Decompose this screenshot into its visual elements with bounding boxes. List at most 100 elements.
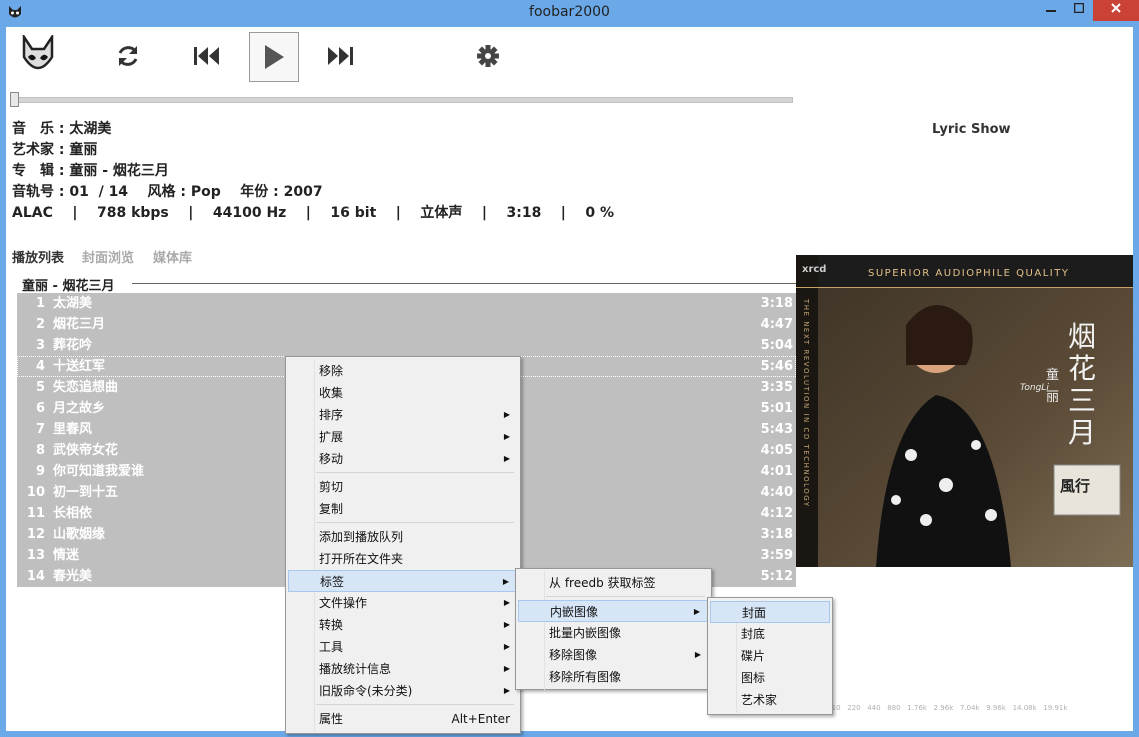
track-duration: 3:18: [760, 527, 793, 542]
foobar-logo-button[interactable]: [16, 34, 60, 78]
random-order-button[interactable]: [106, 34, 150, 78]
menu-item[interactable]: 复制: [288, 498, 518, 520]
track-title: 你可知道我爱谁: [53, 464, 145, 479]
menu-item-label: 旧版命令(未分类): [319, 684, 413, 698]
foobar-app-icon[interactable]: [6, 4, 24, 22]
track-title: 情迷: [53, 548, 80, 563]
menu-item[interactable]: 艺术家: [710, 689, 830, 711]
alien-logo-icon: [22, 35, 54, 70]
seekbar-handle[interactable]: [10, 92, 19, 107]
menu-item[interactable]: 移动 ▶: [288, 448, 518, 470]
menu-item[interactable]: 移除图像 ▶: [518, 644, 709, 666]
menu-item[interactable]: 旧版命令(未分类) ▶: [288, 680, 518, 702]
menu-item[interactable]: 播放统计信息 ▶: [288, 658, 518, 680]
album-art: xrcd SUPERIOR AUDIOPHILE QUALITY THE NEX…: [796, 255, 1133, 567]
menu-item-label: 剪切: [319, 480, 344, 494]
skip-back-icon: [194, 47, 219, 65]
tab-media-library[interactable]: 媒体库: [153, 247, 192, 266]
submenu-arrow-icon: ▶: [503, 664, 510, 673]
menu-item[interactable]: 打开所在文件夹: [288, 548, 518, 570]
track-title: 失恋追想曲: [53, 380, 119, 395]
menu-item-label: 排序: [319, 408, 344, 422]
menu-item[interactable]: 从 freedb 获取标签: [518, 572, 709, 594]
menu-item[interactable]: 批量内嵌图像: [518, 622, 709, 644]
play-button[interactable]: [249, 32, 299, 82]
menu-item[interactable]: 移除: [288, 360, 518, 382]
submenu-arrow-icon: ▶: [503, 642, 510, 651]
menu-item[interactable]: 文件操作 ▶: [288, 592, 518, 614]
menu-item-label: 移除: [319, 364, 344, 378]
track-title: 月之故乡: [53, 401, 106, 416]
skip-forward-icon: [328, 47, 353, 65]
track-title: 春光美: [53, 569, 93, 584]
track-number: 6: [35, 401, 45, 416]
menu-item[interactable]: 收集: [288, 382, 518, 404]
track-number: 4: [35, 359, 45, 374]
track-duration: 3:35: [760, 380, 793, 395]
track-title: 太湖美: [53, 296, 93, 311]
menu-item[interactable]: 碟片: [710, 645, 830, 667]
menu-item-label: 打开所在文件夹: [319, 552, 404, 566]
submenu-arrow-icon: ▶: [503, 686, 510, 695]
menu-item[interactable]: 内嵌图像 ▶: [518, 600, 709, 622]
embedded-image-submenu[interactable]: 封面 封底碟片图标艺术家: [707, 597, 833, 715]
track-duration: 4:01: [760, 464, 793, 479]
refresh-icon: [118, 46, 138, 66]
track-number: 13: [26, 548, 45, 563]
menu-item[interactable]: 添加到播放队列: [288, 526, 518, 548]
info-track: 音轨号 : 01 / 14 风格 : Pop 年份 : 2007: [12, 184, 323, 200]
menu-item[interactable]: 剪切: [288, 476, 518, 498]
track-duration: 3:18: [760, 296, 793, 311]
track-duration: 4:40: [760, 485, 793, 500]
menu-item-label: 艺术家: [741, 693, 778, 707]
settings-button[interactable]: [466, 34, 510, 78]
submenu-arrow-icon: ▶: [503, 432, 510, 441]
playlist-row[interactable]: 1 太湖美 3:18: [17, 293, 796, 314]
submenu-arrow-icon: ▶: [503, 620, 510, 629]
menu-separator: [316, 522, 514, 523]
context-menu[interactable]: 移除 收集 排序 ▶ 扩展 ▶ 移动 ▶ 剪切 复制 添加到播放队列 打开所在文件夹 标签 ▶ 文件操作 ▶ 转…: [285, 356, 521, 734]
menu-item[interactable]: 属性 Alt+Enter: [288, 708, 518, 730]
seekbar-track[interactable]: [12, 97, 793, 103]
menu-item[interactable]: 图标: [710, 667, 830, 689]
menu-item[interactable]: 工具 ▶: [288, 636, 518, 658]
menu-item[interactable]: 扩展 ▶: [288, 426, 518, 448]
menu-item[interactable]: 封面: [710, 601, 830, 623]
tab-playlist[interactable]: 播放列表: [12, 247, 64, 266]
menu-separator: [546, 596, 705, 597]
minimize-button[interactable]: [1037, 0, 1065, 21]
playlist-row[interactable]: 3 葬花吟 5:04: [17, 335, 796, 356]
tag-submenu[interactable]: 从 freedb 获取标签内嵌图像 ▶ 批量内嵌图像移除图像 ▶ 移除所有图像: [515, 568, 712, 690]
play-icon: [265, 45, 284, 69]
track-title: 葬花吟: [53, 338, 93, 353]
menu-item-label: 移除所有图像: [549, 670, 622, 684]
maximize-button[interactable]: [1066, 0, 1092, 21]
playlist-row[interactable]: 2 烟花三月 4:47: [17, 314, 796, 335]
menu-item[interactable]: 移除所有图像: [518, 666, 709, 688]
track-title: 长相依: [53, 506, 93, 521]
close-icon: [1111, 3, 1121, 13]
menu-item-label: 播放统计信息: [319, 662, 392, 676]
menu-item[interactable]: 排序 ▶: [288, 404, 518, 426]
menu-item[interactable]: 标签 ▶: [288, 570, 518, 592]
menu-item-label: 标签: [320, 575, 345, 589]
menu-item-label: 碟片: [741, 649, 766, 663]
title-bar[interactable]: foobar2000: [0, 0, 1139, 27]
menu-item-label: 移动: [319, 452, 344, 466]
tab-cover-browser[interactable]: 封面浏览: [82, 247, 134, 266]
menu-item-label: 从 freedb 获取标签: [549, 576, 656, 590]
track-duration: 5:46: [760, 359, 793, 374]
menu-item[interactable]: 封底: [710, 623, 830, 645]
next-button[interactable]: [318, 34, 362, 78]
submenu-arrow-icon: ▶: [693, 607, 700, 616]
menu-item-label: 批量内嵌图像: [549, 626, 622, 640]
menu-item-label: 图标: [741, 671, 766, 685]
close-button[interactable]: [1093, 0, 1139, 21]
album-side-text: THE NEXT REVOLUTION IN CD TECHNOLOGY: [802, 299, 810, 508]
previous-button[interactable]: [185, 34, 229, 78]
menu-item-label: 添加到播放队列: [319, 530, 404, 544]
track-number: 9: [35, 464, 45, 479]
menu-item[interactable]: 转换 ▶: [288, 614, 518, 636]
track-duration: 5:04: [760, 338, 793, 353]
gear-icon: [477, 45, 499, 67]
